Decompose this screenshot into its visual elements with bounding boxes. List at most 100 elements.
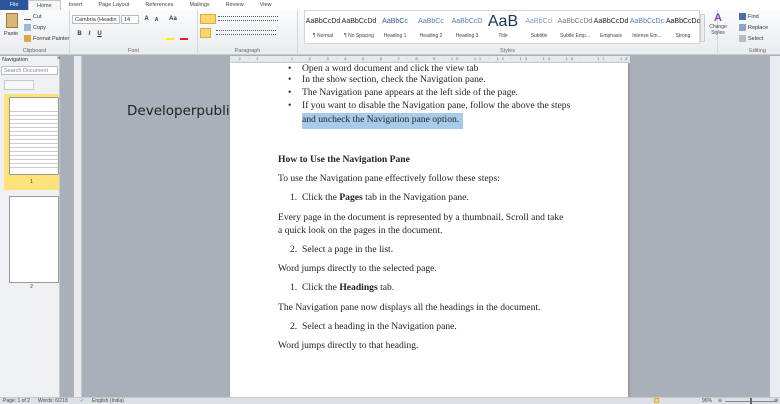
styles-group: AaBbCcDd ¶ Normal AaBbCcDd ¶ No Spacing AaBb… [298, 10, 718, 55]
section-heading: How to Use the Navigation Pane [278, 154, 410, 165]
zoom-level[interactable]: 96% [702, 398, 712, 404]
proofing-icon[interactable]: ✓ [80, 398, 84, 404]
tab-file[interactable]: File [0, 0, 28, 10]
change-styles-label: Change Styles [709, 24, 727, 36]
style-name: Subtle Emp... [559, 33, 590, 39]
style-heading-2[interactable]: AaBbCc Heading 2 [413, 15, 449, 39]
vertical-ruler [74, 56, 82, 397]
bullet-icon: • [288, 63, 292, 74]
paste-button[interactable]: Paste [4, 31, 18, 37]
tab-home[interactable]: Home [28, 0, 61, 10]
bold-button[interactable]: B [75, 31, 84, 37]
style-heading-1[interactable]: AaBbCc Heading 1 [377, 15, 413, 39]
page-thumbnail-1[interactable]: 1 [4, 94, 59, 190]
style-sample: AaBbCcD [451, 18, 483, 25]
change-case-button[interactable]: Aa [166, 16, 180, 22]
tab-references[interactable]: References [137, 0, 181, 10]
document-page[interactable]: • Open a word document and click the view… [230, 63, 628, 397]
zoom-in-button[interactable]: ⊕ [774, 398, 778, 404]
tab-page-layout[interactable]: Page Layout [90, 0, 137, 10]
font-name-select[interactable]: Cambria (Headin [72, 15, 120, 24]
change-styles-button[interactable]: A Change Styles [705, 12, 731, 36]
zoom-out-button[interactable]: ⊖ [718, 398, 722, 404]
style-sample: AaBbCcDd [557, 18, 593, 25]
page-thumbnail-2[interactable]: 2 [4, 194, 59, 294]
copy-label: Copy [33, 24, 46, 31]
find-button[interactable]: Find [739, 13, 759, 20]
nav-view-tabs[interactable] [4, 80, 34, 90]
cut-label: Cut [33, 13, 42, 20]
cursor-icon [739, 35, 746, 42]
style-name: Strong [675, 33, 691, 39]
close-icon[interactable]: × [57, 56, 61, 62]
numbered-item: Click the Pages tab in the Navigation pa… [302, 192, 469, 203]
find-label: Find [748, 13, 759, 20]
style-sample: AaBbCcl [525, 18, 553, 25]
bullets-button[interactable] [200, 14, 216, 24]
list-number: 2. [290, 244, 298, 255]
zoom-slider-thumb[interactable] [750, 398, 752, 404]
style-sample: AaBbCcDc [665, 18, 701, 25]
align-left-button[interactable] [200, 28, 211, 38]
style-sample: AaBbCcDd [341, 18, 377, 25]
page-count[interactable]: Page: 1 of 2 [3, 398, 30, 404]
replace-button[interactable]: Replace [739, 24, 768, 31]
style-name: Heading 1 [383, 33, 407, 39]
numbered-item: Click the Headings tab. [302, 282, 395, 293]
scissors-icon [24, 13, 31, 20]
style-subtle-emp[interactable]: AaBbCcDd Subtle Emp... [557, 15, 593, 39]
vertical-scrollbar[interactable] [770, 56, 780, 397]
selected-text[interactable]: and uncheck the Navigation pane option. [302, 113, 464, 129]
font-color-icon[interactable] [180, 32, 188, 40]
select-label: Select [748, 35, 764, 42]
style-name: Emphasis [600, 33, 622, 39]
bullet-item: Open a word document and click the view … [302, 63, 479, 74]
tab-insert[interactable]: Insert [61, 0, 91, 10]
bullet-icon: • [288, 100, 292, 111]
style-title[interactable]: AaB Title [485, 15, 521, 39]
style-sample: AaB [487, 15, 519, 29]
clipboard-label: Clipboard [22, 48, 47, 54]
bullet-icon: • [288, 87, 292, 98]
copy-button[interactable]: Copy [24, 24, 46, 31]
style-emphasis[interactable]: AaBbCcDd Emphasis [593, 15, 629, 39]
style-normal[interactable]: AaBbCcDd ¶ Normal [305, 15, 341, 39]
style-sample: AaBbCc [382, 18, 408, 25]
print-layout-button[interactable] [654, 398, 659, 403]
highlight-icon[interactable] [166, 32, 174, 40]
paste-icon [6, 13, 18, 28]
alignment-icons [216, 30, 276, 35]
font-label: Font [127, 48, 139, 54]
style-heading-3[interactable]: AaBbCcD Heading 3 [449, 15, 485, 39]
paragraph: To use the Navigation pane effectively f… [278, 173, 500, 184]
tab-mailings[interactable]: Mailings [181, 0, 217, 10]
style-strong[interactable]: AaBbCcDc Strong [665, 15, 701, 39]
word-count[interactable]: Words: 6/218 [38, 398, 68, 404]
shrink-font-button[interactable]: A [152, 17, 161, 23]
underline-button[interactable]: U [95, 31, 104, 37]
style-name: Heading 3 [455, 33, 479, 39]
search-document-input[interactable]: Search Document [1, 66, 58, 75]
style-sample: AaBbCcDc [629, 18, 665, 25]
grow-font-button[interactable]: A [142, 16, 151, 22]
style-subtitle[interactable]: AaBbCcl Subtitle [521, 15, 557, 39]
horizontal-ruler: · 2 · 1 · · · 1 · 2 · 3 · 4 · 5 · 6 · 7 … [230, 56, 630, 63]
paragraph: a quick look on the pages in the documen… [278, 225, 443, 236]
copy-icon [24, 24, 31, 31]
ribbon-tabs: File Home Insert Page Layout References … [0, 0, 780, 10]
style-no-spacing[interactable]: AaBbCcDd ¶ No Spacing [341, 15, 377, 39]
font-size-select[interactable]: 14 [121, 15, 139, 24]
format-painter-button[interactable]: Format Painter [24, 35, 69, 42]
language[interactable]: English (India) [92, 398, 124, 404]
style-sample: AaBbCc [418, 18, 444, 25]
cut-button[interactable]: Cut [24, 13, 42, 20]
tab-review[interactable]: Review [218, 0, 252, 10]
style-intense-em[interactable]: AaBbCcDc Intense Em... [629, 15, 665, 39]
select-button[interactable]: Select [739, 35, 763, 42]
paragraph: Every page in the document is represente… [278, 212, 564, 223]
italic-button[interactable]: I [85, 31, 94, 37]
tab-view[interactable]: View [252, 0, 280, 10]
thumbnail-image [9, 196, 59, 283]
clipboard-group: Paste Cut Copy Format Painter Clipboard [0, 10, 70, 55]
paragraph: The Navigation pane now displays all the… [278, 302, 541, 313]
